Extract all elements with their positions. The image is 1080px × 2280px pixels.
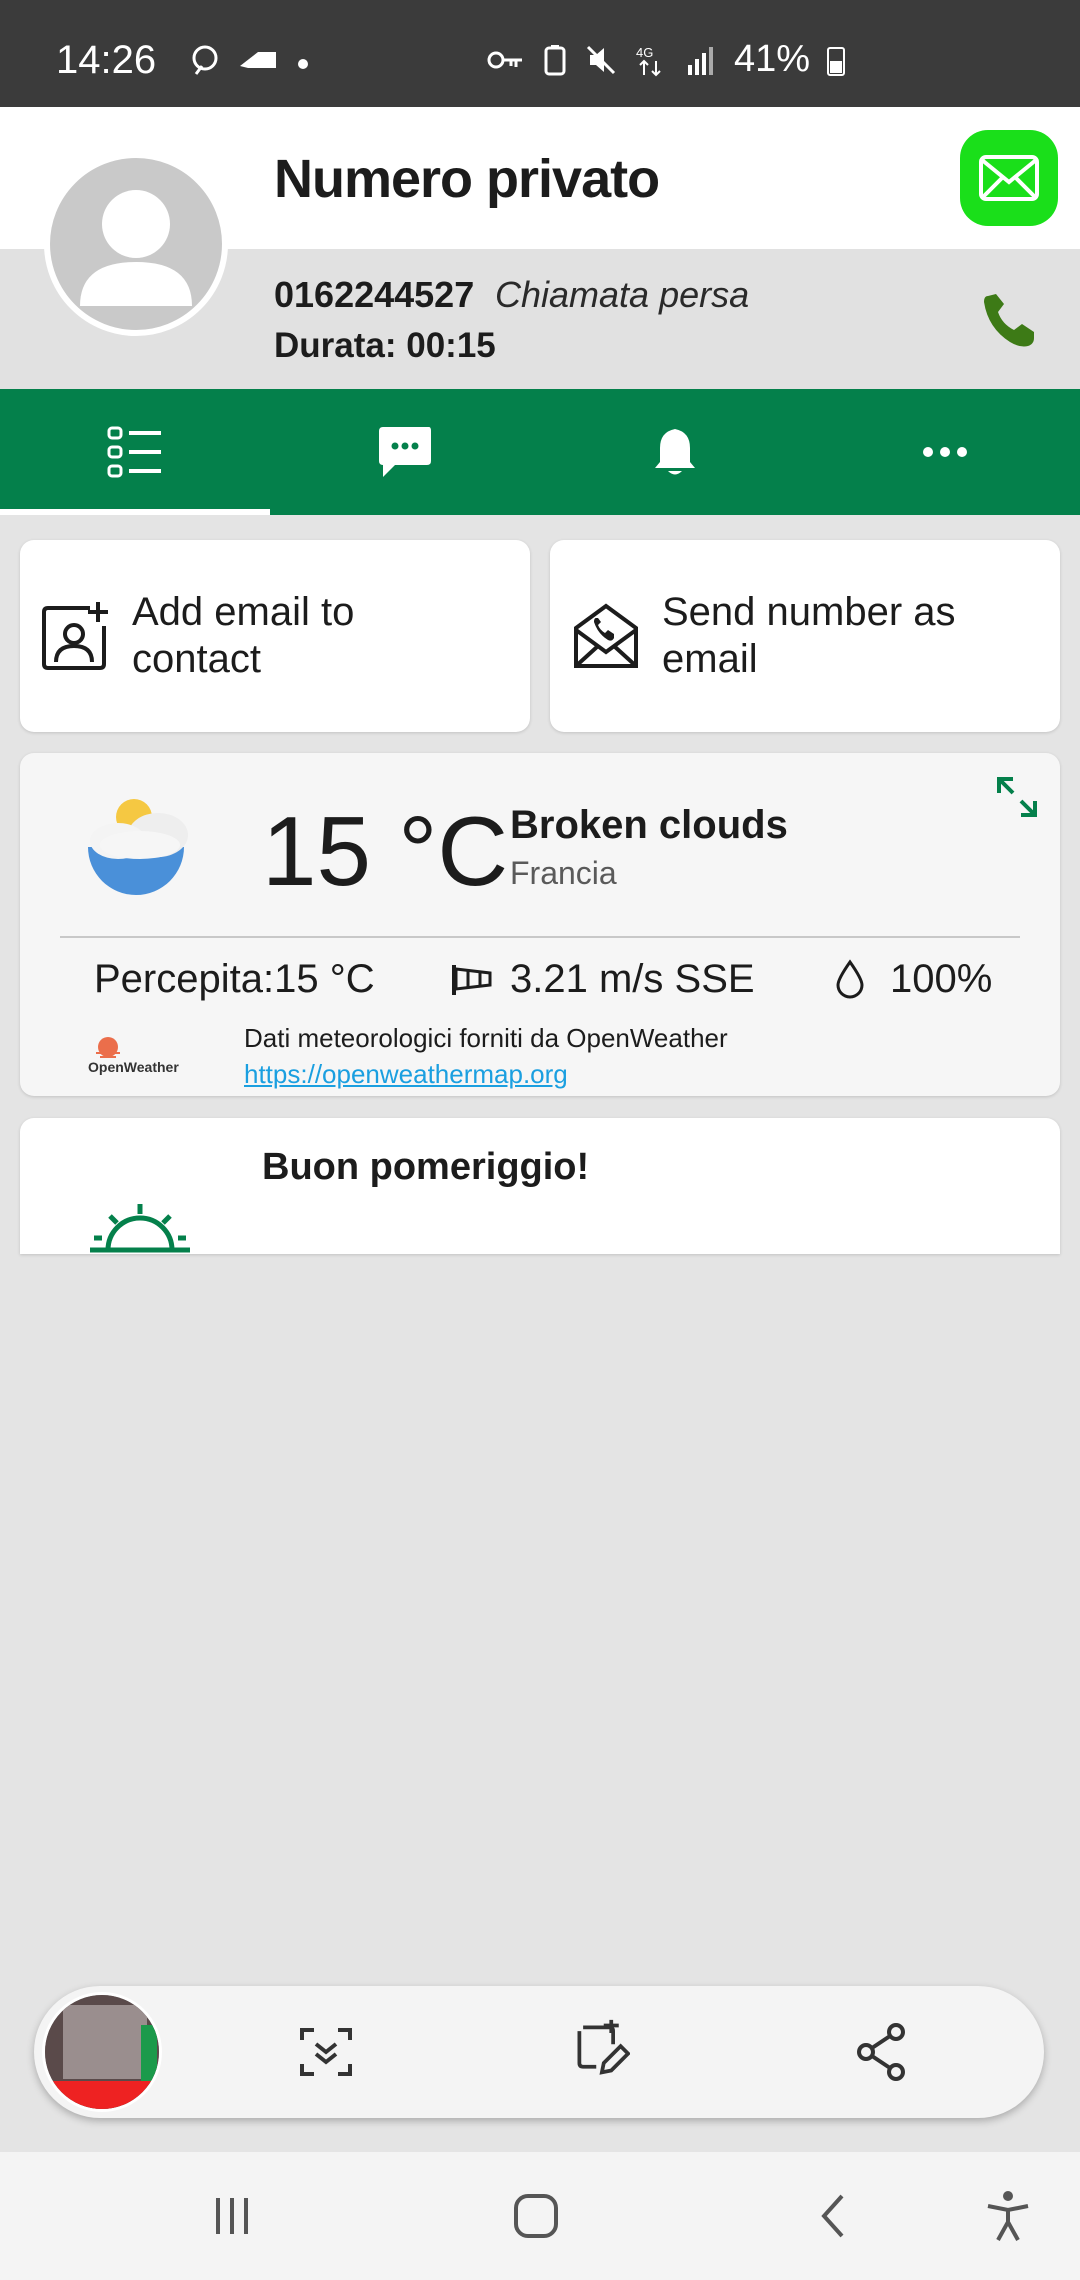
weather-card: 15 °C Broken clouds Francia Percepita:15… xyxy=(20,753,1060,1096)
svg-text:4G: 4G xyxy=(636,45,653,60)
divider xyxy=(60,936,1020,938)
home-icon[interactable] xyxy=(506,2186,566,2246)
broken-clouds-icon xyxy=(88,799,188,895)
sunrise-icon xyxy=(90,1204,190,1253)
caller-name: Numero privato xyxy=(274,149,660,209)
tab-indicator xyxy=(0,509,270,515)
person-icon xyxy=(80,190,192,306)
tab-more[interactable] xyxy=(810,389,1080,515)
weather-credit: Dati meteorologici forniti da OpenWeathe… xyxy=(244,1023,728,1053)
add-email-to-contact-button[interactable]: Add email to contact xyxy=(20,540,530,732)
tab-bar xyxy=(0,389,1080,515)
message-icon xyxy=(379,427,431,477)
face-icon xyxy=(192,45,218,75)
tab-messages[interactable] xyxy=(270,389,540,515)
accessibility-icon[interactable] xyxy=(978,2186,1038,2246)
feels-like: Percepita:15 °C xyxy=(94,957,375,1001)
send-number-as-email-button[interactable]: Send number as email xyxy=(550,540,1060,732)
network-4g-icon: 4G xyxy=(636,45,661,76)
battery-saver-icon xyxy=(544,44,566,75)
weather-description: Broken clouds xyxy=(510,803,788,847)
tab-reminders[interactable] xyxy=(540,389,810,515)
phone-icon[interactable] xyxy=(980,290,1040,350)
bell-icon xyxy=(655,429,695,475)
mail-phone-icon xyxy=(574,603,638,668)
humidity-drop-icon xyxy=(836,959,864,999)
tab-details[interactable] xyxy=(0,389,270,515)
navigation-bar xyxy=(0,2152,1080,2280)
scroll-capture-icon[interactable] xyxy=(296,2022,356,2082)
caller-number: 0162244527 xyxy=(274,274,475,315)
list-icon xyxy=(107,426,161,478)
more-icon xyxy=(923,447,967,457)
add-contact-icon xyxy=(42,602,108,670)
status-time: 14:26 xyxy=(56,38,157,82)
cast-icon xyxy=(240,52,276,68)
recent-apps-icon[interactable] xyxy=(202,2186,262,2246)
back-icon[interactable] xyxy=(806,2186,866,2246)
call-duration: Durata: 00:15 xyxy=(274,326,496,365)
signal-icon xyxy=(688,46,713,75)
screenshot-thumbnail[interactable] xyxy=(42,1992,162,2112)
edit-crop-icon[interactable] xyxy=(570,2018,630,2078)
share-icon[interactable] xyxy=(852,2022,912,2082)
send-email-button[interactable] xyxy=(960,130,1058,226)
openweather-logo-text: OpenWeather xyxy=(88,1059,179,1075)
send-number-label: Send number as email xyxy=(662,590,956,681)
dot-icon xyxy=(298,59,308,69)
key-icon xyxy=(487,51,522,68)
greeting-card: Buon pomeriggio! xyxy=(20,1118,1060,1254)
battery-text: 41% xyxy=(734,38,811,80)
add-email-label: Add email to contact xyxy=(132,590,355,681)
screenshot-toolbar xyxy=(34,1986,1044,2118)
expand-icon[interactable] xyxy=(995,775,1039,819)
temperature: 15 °C xyxy=(262,796,509,906)
wind: 3.21 m/s SSE xyxy=(510,957,755,1001)
status-bar: 14:26 4G 41% xyxy=(0,0,1080,107)
openweather-link[interactable]: https://openweathermap.org xyxy=(244,1059,568,1090)
call-status: Chiamata persa xyxy=(495,274,750,315)
envelope-icon xyxy=(979,155,1039,201)
humidity: 100% xyxy=(890,957,993,1001)
weather-location: Francia xyxy=(510,855,617,891)
battery-icon xyxy=(827,46,846,76)
windsock-icon xyxy=(452,965,492,995)
mute-icon xyxy=(586,45,616,74)
avatar xyxy=(44,152,228,336)
greeting-text: Buon pomeriggio! xyxy=(262,1146,590,1188)
